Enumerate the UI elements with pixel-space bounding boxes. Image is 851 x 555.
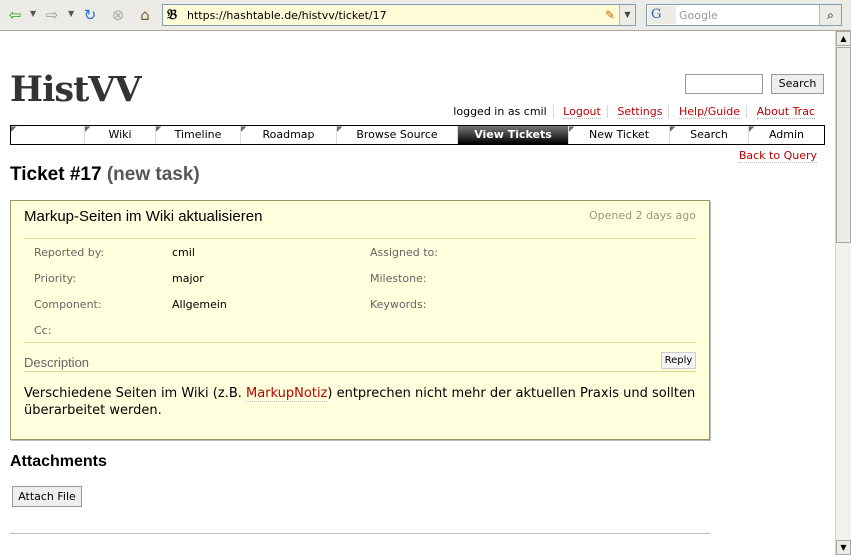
meta-navigation: logged in as cmil Logout Settings Help/G… bbox=[449, 105, 819, 119]
ticket-properties: Reported by: cmil Assigned to: Priority:… bbox=[24, 239, 696, 343]
attach-file-button[interactable]: Attach File bbox=[12, 486, 82, 507]
page-content: HistVV Search logged in as cmil Logout S… bbox=[0, 31, 835, 555]
url-text[interactable]: https://hashtable.de/histvv/ticket/17 bbox=[187, 9, 387, 22]
back-arrow-icon[interactable]: ⇦ bbox=[5, 5, 25, 25]
web-search-placeholder[interactable]: Google bbox=[679, 9, 718, 22]
context-navigation: Back to Query bbox=[738, 149, 817, 163]
markupnotiz-wiki-link[interactable]: MarkupNotiz bbox=[246, 386, 328, 402]
nav-corner-icon: ◤ bbox=[241, 125, 247, 133]
quick-search-button[interactable]: Search bbox=[771, 74, 824, 94]
reported-by-label: Reported by: bbox=[34, 246, 105, 259]
nav-item-new-ticket[interactable]: ◤ New Ticket bbox=[568, 126, 669, 144]
ticket-summary: Markup-Seiten im Wiki aktualisieren bbox=[24, 208, 263, 225]
nav-item-timeline[interactable]: ◤ Timeline bbox=[155, 126, 240, 144]
nav-item-browse-source[interactable]: ◤ Browse Source bbox=[336, 126, 457, 144]
nav-item-admin[interactable]: ◤ Admin bbox=[748, 126, 824, 144]
cc-label: Cc: bbox=[34, 324, 52, 337]
main-navigation: ◤ ◤ Wiki ◤ Timeline ◤ Roadmap ◤ Browse Sourc… bbox=[10, 125, 825, 145]
priority-label: Priority: bbox=[34, 272, 77, 285]
divider bbox=[24, 342, 696, 343]
nav-corner-icon: ◤ bbox=[749, 125, 755, 133]
priority-value: major bbox=[172, 272, 204, 285]
ticket-status: (new task) bbox=[106, 164, 200, 185]
assigned-to-label: Assigned to: bbox=[370, 246, 438, 259]
reported-by-value: cmil bbox=[172, 246, 195, 259]
property-row: Reported by: cmil Assigned to: bbox=[24, 239, 696, 265]
property-row: Priority: major Milestone: bbox=[24, 265, 696, 291]
settings-link[interactable]: Settings bbox=[617, 105, 663, 119]
property-row: Cc: bbox=[24, 317, 696, 343]
site-logo[interactable]: HistVV bbox=[10, 69, 142, 110]
url-dropdown-icon[interactable]: ▼ bbox=[619, 5, 635, 25]
back-to-query-link[interactable]: Back to Query bbox=[738, 149, 817, 163]
divider bbox=[24, 371, 696, 372]
keywords-label: Keywords: bbox=[370, 298, 427, 311]
logout-link[interactable]: Logout bbox=[563, 105, 601, 119]
nav-corner-icon: ◤ bbox=[85, 125, 91, 133]
ticket-number: Ticket #17 bbox=[10, 164, 102, 185]
quick-search-input[interactable] bbox=[685, 74, 763, 94]
web-search-box[interactable]: G Google ⌕ bbox=[646, 4, 842, 26]
forward-arrow-icon[interactable]: ⇨ bbox=[42, 5, 62, 25]
nav-corner-icon: ◤ bbox=[156, 125, 162, 133]
nav-corner-icon: ◤ bbox=[569, 125, 575, 133]
reply-button[interactable]: Reply bbox=[661, 352, 696, 369]
nav-item-wiki[interactable]: ◤ Wiki bbox=[84, 126, 155, 144]
site-favicon-icon: 𝔅 bbox=[167, 7, 178, 23]
ticket-box: Markup-Seiten im Wiki aktualisieren Open… bbox=[10, 200, 710, 440]
property-row: Component: Allgemein Keywords: bbox=[24, 291, 696, 317]
magnifier-search-icon[interactable]: ⌕ bbox=[819, 5, 841, 25]
logged-in-text: logged in as cmil bbox=[453, 105, 547, 118]
feed-icon[interactable]: ✎ bbox=[605, 8, 615, 22]
url-bar[interactable]: 𝔅 https://hashtable.de/histvv/ticket/17 … bbox=[162, 4, 636, 26]
milestone-label: Milestone: bbox=[370, 272, 427, 285]
reload-icon[interactable]: ↻ bbox=[80, 5, 100, 25]
divider bbox=[10, 533, 710, 534]
scroll-up-arrow-icon[interactable]: ▲ bbox=[836, 31, 851, 46]
forward-history-dropdown-icon[interactable]: ▼ bbox=[68, 9, 74, 18]
page-title: Ticket #17 (new task) bbox=[10, 164, 200, 186]
description-label: Description bbox=[24, 355, 90, 370]
scroll-down-arrow-icon[interactable]: ▼ bbox=[836, 540, 851, 555]
attachments-heading: Attachments bbox=[10, 453, 107, 470]
vertical-scrollbar[interactable]: ▲ ▼ bbox=[835, 31, 851, 555]
nav-item-roadmap[interactable]: ◤ Roadmap bbox=[240, 126, 336, 144]
home-icon[interactable]: ⌂ bbox=[135, 5, 155, 25]
nav-item-view-tickets[interactable]: View Tickets bbox=[457, 126, 568, 144]
search-engine-icon[interactable]: G bbox=[648, 6, 676, 24]
ticket-opened-date[interactable]: Opened 2 days ago bbox=[589, 209, 696, 222]
component-value: Allgemein bbox=[172, 298, 227, 311]
nav-corner-icon: ◤ bbox=[337, 125, 343, 133]
scrollbar-thumb[interactable] bbox=[836, 47, 851, 243]
nav-corner-icon: ◤ bbox=[670, 125, 676, 133]
ticket-description: Verschiedene Seiten im Wiki (z.B. Markup… bbox=[24, 385, 696, 419]
component-label: Component: bbox=[34, 298, 102, 311]
help-guide-link[interactable]: Help/Guide bbox=[678, 105, 741, 119]
nav-item-blank[interactable]: ◤ bbox=[11, 126, 84, 144]
nav-item-search[interactable]: ◤ Search bbox=[669, 126, 748, 144]
browser-toolbar: ⇦ ▼ ⇨ ▼ ↻ ⊗ ⌂ 𝔅 https://hashtable.de/his… bbox=[0, 0, 851, 31]
stop-icon[interactable]: ⊗ bbox=[108, 5, 128, 25]
description-text-start: Verschiedene Seiten im Wiki (z.B. bbox=[24, 386, 247, 401]
back-history-dropdown-icon[interactable]: ▼ bbox=[30, 9, 36, 18]
about-trac-link[interactable]: About Trac bbox=[756, 105, 815, 119]
